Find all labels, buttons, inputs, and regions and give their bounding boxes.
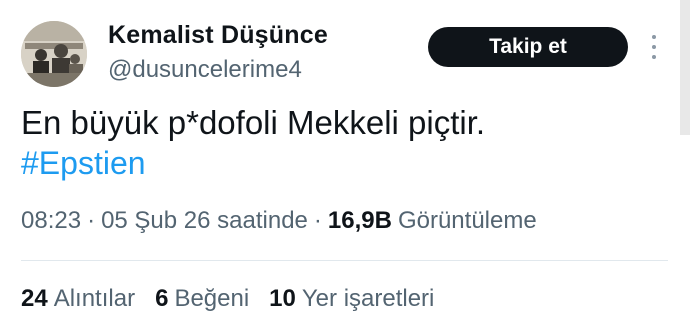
tweet-date[interactable]: 05 Şub 26 saatinde: [101, 207, 308, 235]
more-dot: [652, 35, 656, 39]
bookmarks-label: Yer işaretleri: [301, 285, 435, 312]
quotes-label: Alıntılar: [53, 285, 136, 312]
more-dot: [652, 55, 656, 59]
views-count: 16,9B: [327, 207, 392, 234]
user-handle[interactable]: @dusuncelerime4: [108, 56, 302, 84]
likes-label: Beğeni: [174, 285, 250, 312]
tweet-time[interactable]: 08:23: [21, 207, 81, 235]
views-label: Görüntüleme: [397, 207, 537, 234]
more-dot: [652, 45, 656, 49]
tweet-meta: 08:23 · 05 Şub 26 saatinde · 16,9B Görün…: [21, 207, 537, 235]
hashtag-link[interactable]: #Epstien: [21, 145, 146, 182]
likes-count: 6: [155, 285, 169, 312]
meta-separator: ·: [313, 207, 322, 234]
tweet-text: En büyük p*dofoli Mekkeli piçtir.: [21, 104, 486, 141]
quotes-count: 24: [21, 285, 48, 312]
follow-button[interactable]: Takip et: [428, 27, 628, 67]
display-name[interactable]: Kemalist Düşünce: [108, 21, 328, 50]
avatar-photo-icon: [21, 21, 87, 87]
meta-separator: ·: [87, 207, 96, 234]
likes-stat[interactable]: 6 Beğeni: [155, 285, 249, 313]
divider: [21, 260, 668, 261]
avatar[interactable]: [21, 21, 87, 87]
more-vertical-icon[interactable]: [646, 35, 662, 59]
bookmarks-stat[interactable]: 10 Yer işaretleri: [269, 285, 434, 313]
bookmarks-count: 10: [269, 285, 296, 312]
tweet-stats: 24 Alıntılar 6 Beğeni 10 Yer işaretleri: [21, 285, 454, 313]
scrollbar[interactable]: [680, 0, 690, 135]
quotes-stat[interactable]: 24 Alıntılar: [21, 285, 135, 313]
